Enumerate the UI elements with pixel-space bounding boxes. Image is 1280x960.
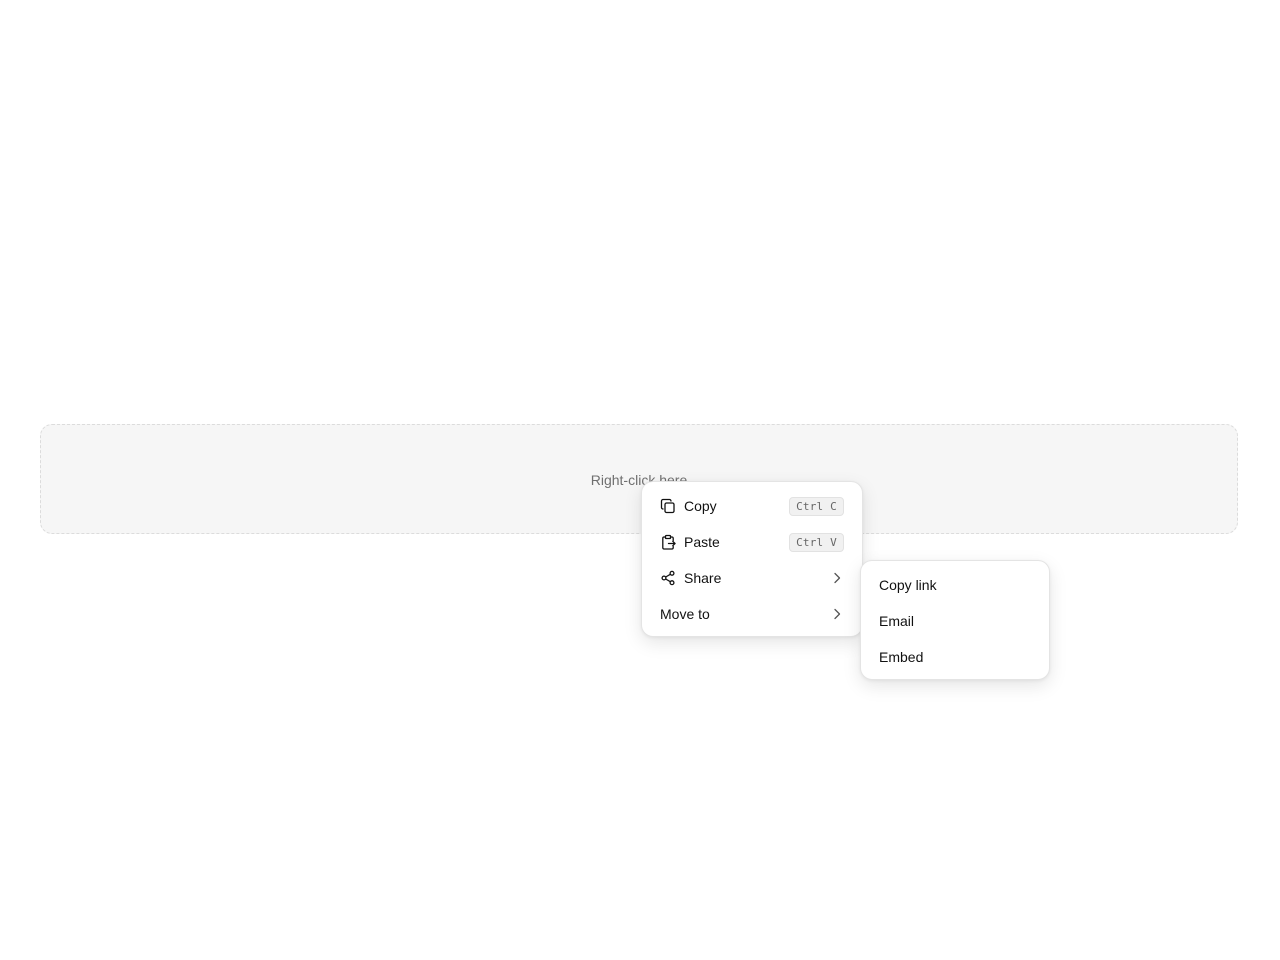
submenu-item-copy-link-label: Copy link bbox=[879, 577, 937, 593]
chevron-right-icon bbox=[830, 571, 844, 585]
clipboard-paste-icon bbox=[660, 534, 676, 550]
submenu-item-embed-label: Embed bbox=[879, 649, 924, 665]
share-icon bbox=[660, 570, 676, 586]
submenu-item-email-label: Email bbox=[879, 613, 915, 629]
menu-item-paste[interactable]: Paste Ctrl V bbox=[642, 524, 862, 560]
copy-shortcut: Ctrl C bbox=[789, 496, 844, 516]
menu-item-copy-label: Copy bbox=[684, 498, 717, 514]
menu-item-paste-label: Paste bbox=[684, 534, 720, 550]
menu-item-move-to[interactable]: Move to bbox=[642, 596, 862, 632]
menu-item-share-label: Share bbox=[684, 570, 722, 586]
menu-item-share[interactable]: Share bbox=[642, 560, 862, 596]
page: Right-click here Copy Ctrl C Paste Ctrl … bbox=[0, 0, 1280, 960]
context-menu: Copy Ctrl C Paste Ctrl V Share Move to bbox=[641, 481, 863, 637]
menu-item-move-to-label: Move to bbox=[660, 606, 710, 622]
submenu-item-embed[interactable]: Embed bbox=[861, 639, 1049, 675]
right-click-area[interactable]: Right-click here bbox=[40, 424, 1238, 534]
menu-item-copy[interactable]: Copy Ctrl C bbox=[642, 488, 862, 524]
paste-shortcut: Ctrl V bbox=[789, 532, 844, 552]
share-submenu: Copy link Email Embed bbox=[860, 560, 1050, 680]
submenu-item-copy-link[interactable]: Copy link bbox=[861, 567, 1049, 603]
copy-icon bbox=[660, 498, 676, 514]
chevron-right-icon bbox=[830, 607, 844, 621]
submenu-item-email[interactable]: Email bbox=[861, 603, 1049, 639]
